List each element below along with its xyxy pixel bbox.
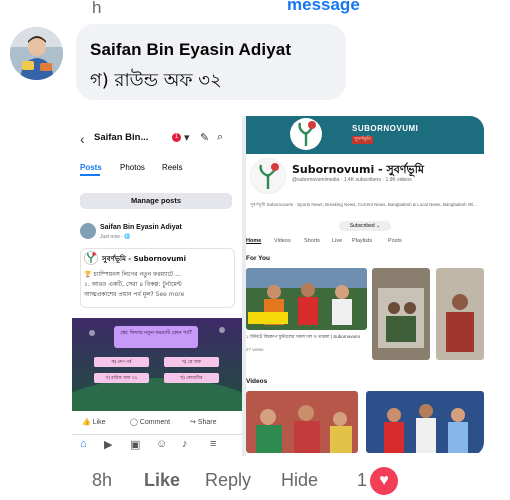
quiz-question: প্রশ্ন: ফিফার নতুন ফরম্যাট কোন পর্ব? xyxy=(114,326,198,348)
comment-author-name[interactable]: Saifan Bin Eyasin Adiyat xyxy=(90,40,291,60)
banner-subtitle: সুবর্ণভূমি xyxy=(352,136,374,144)
like-button[interactable]: Like xyxy=(144,470,180,491)
for-you-heading: For You xyxy=(246,255,270,262)
comment-text: গ) রাউন্ড অফ ৩২ xyxy=(90,70,222,91)
channel-banner xyxy=(246,116,484,154)
yt-tab-live: Live xyxy=(332,238,343,244)
tab-posts: Posts xyxy=(80,163,102,172)
hide-button[interactable]: Hide xyxy=(281,470,318,491)
post-author-name: Saifan Bin Eyasin Adiyat xyxy=(100,224,182,231)
quiz-option: গ) রাউন্ড অফ ৩২ xyxy=(94,373,149,383)
football-thumbnail xyxy=(366,391,484,453)
post-share-label: Share xyxy=(197,419,217,426)
home-icon: ⌂ xyxy=(80,438,87,450)
quiz-option: খ) প্লে অফ xyxy=(164,357,219,367)
post-comment-label: Comment xyxy=(139,419,171,426)
channel-logo-icon xyxy=(250,158,286,194)
shared-page-name: সুবর্ণভূমি - Subornovumi xyxy=(102,255,186,263)
menu-icon: ≡ xyxy=(210,438,217,450)
football-players-thumbnail xyxy=(246,268,367,330)
message-link[interactable]: message xyxy=(287,0,360,15)
post-like-label: Like xyxy=(92,419,106,426)
post-like-action: 👍 Like xyxy=(82,419,106,426)
profile-icon: ☺ xyxy=(156,438,168,450)
banner-logo-icon xyxy=(290,118,322,150)
post-comment-action: ◯ Comment xyxy=(130,419,171,426)
videos-heading: Videos xyxy=(246,378,268,385)
post-share-action: ↪ Share xyxy=(190,419,217,426)
reaction-count[interactable]: 1 xyxy=(357,470,367,491)
yt-tab-shorts: Shorts xyxy=(304,238,320,244)
page-logo-icon xyxy=(84,251,98,265)
edit-pencil-icon: ✎ xyxy=(200,132,210,144)
reply-button[interactable]: Reply xyxy=(205,470,251,491)
previous-comment-time-fragment: h xyxy=(92,0,102,17)
post-time: Just now · 🌐 xyxy=(100,234,131,240)
short-thumbnail xyxy=(436,268,484,360)
yt-tab-videos: Videos xyxy=(274,238,291,244)
back-arrow-icon: ‹ xyxy=(80,131,85,147)
yt-tab-home: Home xyxy=(246,238,262,244)
banner-title: SUBORNOVUMI xyxy=(352,124,419,133)
facebook-profile-screenshot: ‹ Saifan Bin... 1 ▾ ✎ ⌕ Posts Photos Ree… xyxy=(72,116,242,456)
quiz-option: ঘ) কোয়ার্টার xyxy=(164,373,219,383)
post-author-avatar xyxy=(80,223,96,239)
subscribed-button: Subscribed ⌄ xyxy=(339,221,391,231)
avatar[interactable] xyxy=(10,27,63,80)
channel-handle: @subornovumimedia · 1.4K subscribers · 1… xyxy=(292,177,412,183)
channel-logo-art xyxy=(259,163,279,189)
marketplace-icon: ▣ xyxy=(130,439,141,451)
manage-posts-button: Manage posts xyxy=(80,193,232,209)
short-thumbnail xyxy=(372,268,430,360)
short-thumbnail-art xyxy=(436,268,484,360)
heart-glyph: ♥ xyxy=(379,472,389,489)
tab-photos: Photos xyxy=(120,163,145,172)
search-icon: ⌕ xyxy=(217,131,224,143)
yt-tab-posts: Posts xyxy=(388,238,402,244)
banner-logo-art xyxy=(298,121,316,146)
video-thumbnail xyxy=(246,268,367,330)
crowd-thumbnail xyxy=(246,391,358,453)
channel-description: সুবর্ণভূমি Subornovumi · Sports News, Br… xyxy=(250,202,477,207)
post-text-line-content: আত্মপ্রকাশের প্রধান পর্ব মূল? xyxy=(84,291,154,298)
chevron-down-icon: ▾ xyxy=(184,132,190,144)
youtube-channel-screenshot: SUBORNOVUMI সুবর্ণভূমি Subornovumi - সুব… xyxy=(246,116,484,456)
notification-badge: 1 xyxy=(172,133,181,142)
video-caption: ১ মিনিটে বিশ্বকাপ ফুটবলের সকল দল ও তারকা… xyxy=(246,334,360,339)
video-thumbnail xyxy=(246,391,358,453)
active-tab-indicator xyxy=(80,174,100,176)
avatar-photo xyxy=(10,27,63,80)
heart-icon[interactable]: ♥ xyxy=(370,467,398,495)
short-thumbnail-art xyxy=(372,268,430,360)
tab-reels: Reels xyxy=(162,163,183,172)
comment-image-attachment[interactable]: ‹ Saifan Bin... 1 ▾ ✎ ⌕ Posts Photos Ree… xyxy=(72,116,484,456)
profile-title: Saifan Bin... xyxy=(94,132,149,143)
yt-tab-playlists: Playlists xyxy=(352,238,373,244)
bell-icon: ♪ xyxy=(182,438,188,450)
see-more-link: See more xyxy=(155,291,185,298)
video-thumbnail xyxy=(366,391,484,453)
video-icon: ▶ xyxy=(104,439,113,451)
video-meta: 27 views xyxy=(246,347,264,352)
quiz-option: ক) গ্রুপ পর্ব xyxy=(94,357,149,367)
post-text-line: আত্মপ্রকাশের প্রধান পর্ব মূল? See more xyxy=(84,289,184,300)
comment-time[interactable]: 8h xyxy=(92,470,112,491)
